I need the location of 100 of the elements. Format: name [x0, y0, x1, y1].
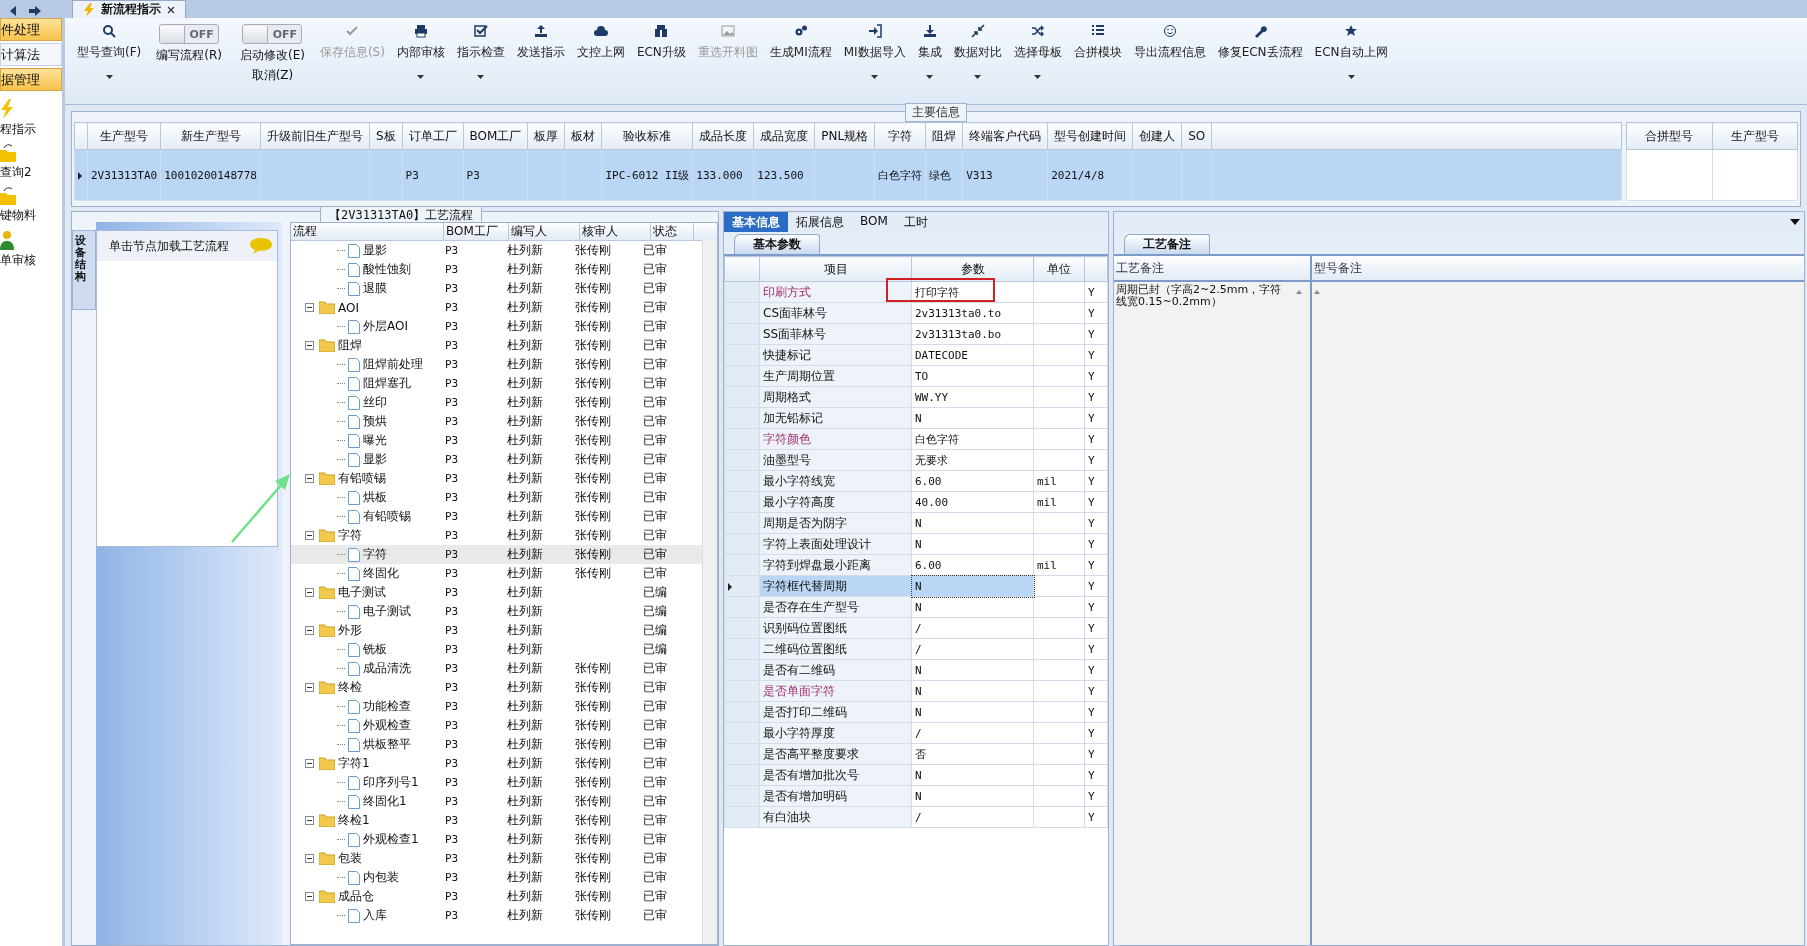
side-tab[interactable]: 设备结构 — [72, 230, 96, 310]
sidebar-item[interactable]: 计算法 — [0, 43, 62, 66]
tree-node[interactable]: 酸性蚀刻 — [363, 261, 411, 278]
table-cell[interactable]: 40.00 — [915, 495, 949, 509]
dropdown-caret-icon[interactable] — [477, 75, 485, 79]
column-header[interactable]: 升级前旧生产型号 — [260, 122, 370, 150]
dropdown-caret-icon[interactable] — [417, 75, 425, 79]
tree-node[interactable]: 外层AOI — [363, 318, 408, 335]
table-cell[interactable]: TO — [915, 369, 929, 383]
collapse-toggle-icon[interactable] — [305, 816, 314, 825]
tree-node[interactable]: AOI — [338, 300, 359, 315]
collapse-toggle-icon[interactable] — [305, 303, 314, 312]
table-cell[interactable]: / — [915, 642, 922, 656]
collapse-toggle-icon[interactable] — [305, 759, 314, 768]
tree-node[interactable]: 包装 — [338, 850, 362, 867]
sidebar-label[interactable]: 键物料 — [0, 207, 36, 224]
tree-node[interactable]: 终固化 — [363, 565, 399, 582]
collapse-toggle-icon[interactable] — [305, 474, 314, 483]
toolbar-button[interactable]: 合拼模块 — [1067, 22, 1128, 92]
sidebar-label[interactable]: 程指示 — [0, 121, 36, 138]
table-cell[interactable]: N — [915, 411, 922, 425]
tree-node[interactable]: 阻焊前处理 — [363, 356, 423, 373]
tree-node[interactable]: 铣板 — [363, 641, 387, 658]
tree-node[interactable]: 入库 — [363, 907, 387, 924]
column-header[interactable]: 验收标准 — [601, 122, 693, 150]
toolbar-button[interactable]: 选择母板 — [1007, 22, 1068, 92]
table-cell[interactable]: / — [915, 726, 922, 740]
column-header[interactable]: 项目 — [759, 256, 912, 282]
column-header[interactable]: 生产型号 — [87, 122, 161, 150]
table-cell[interactable]: N — [915, 705, 922, 719]
tree-node[interactable]: 印序列号1 — [363, 774, 419, 791]
table-cell[interactable]: N — [915, 684, 922, 698]
collapse-toggle-icon[interactable] — [305, 626, 314, 635]
tree-node[interactable]: 外观检查1 — [363, 831, 419, 848]
tree-node[interactable]: 预烘 — [363, 413, 387, 430]
tree-node[interactable]: 终固化1 — [363, 793, 407, 810]
tree-node[interactable]: 终检1 — [338, 812, 370, 829]
tree-node[interactable]: 阻焊塞孔 — [363, 375, 411, 392]
collapse-toggle-icon[interactable] — [305, 854, 314, 863]
scroll-up-icon[interactable] — [1314, 290, 1320, 294]
tab[interactable]: BOM — [852, 212, 896, 232]
column-header[interactable]: 单位 — [1033, 256, 1085, 282]
column-header[interactable]: PNL规格 — [814, 122, 875, 150]
table-cell[interactable]: N — [915, 600, 922, 614]
table-cell[interactable]: N — [915, 789, 922, 803]
toggle-switch[interactable]: OFF — [242, 24, 303, 44]
toolbar-button[interactable]: 指示检查 — [450, 22, 511, 92]
toolbar-button[interactable]: 生成MI流程 — [763, 22, 838, 92]
dropdown-caret-icon[interactable] — [1790, 219, 1800, 225]
table-cell[interactable]: N — [915, 768, 922, 782]
table-cell[interactable]: N — [915, 537, 922, 551]
column-header[interactable]: 合拼型号 — [1626, 122, 1712, 150]
column-header[interactable]: 状态 — [651, 223, 694, 240]
tree-node[interactable]: 曝光 — [363, 432, 387, 449]
scroll-up-icon[interactable] — [1296, 290, 1302, 294]
document-tab[interactable]: 新流程指示 — [72, 0, 186, 18]
toolbar-button[interactable]: 型号查询(F) — [71, 22, 148, 92]
tree-node[interactable]: 烘板整平 — [363, 736, 411, 753]
column-header[interactable]: 新生产型号 — [160, 122, 261, 150]
toolbar-button[interactable]: 修复ECN丢流程 — [1211, 22, 1309, 92]
folder-icon[interactable] — [0, 144, 16, 162]
tab[interactable]: 基本信息 — [724, 212, 788, 232]
tree-node[interactable]: 功能检查 — [363, 698, 411, 715]
tree-node[interactable]: 字符1 — [338, 755, 370, 772]
column-header[interactable]: 成品宽度 — [753, 122, 815, 150]
toolbar-button[interactable]: 导出流程信息 — [1127, 22, 1212, 92]
dropdown-caret-icon[interactable] — [926, 75, 934, 79]
column-header[interactable]: 编写人 — [509, 223, 580, 240]
column-header[interactable]: 工艺备注 — [1114, 256, 1310, 282]
tree-node[interactable]: 有铅喷锡 — [338, 470, 386, 487]
tree-node[interactable]: 有铅喷锡 — [363, 508, 411, 525]
toolbar-button[interactable]: MI数据导入 — [837, 22, 912, 92]
toolbar-button[interactable]: 内部审核 — [390, 22, 451, 92]
dropdown-caret-icon[interactable] — [974, 75, 982, 79]
dropdown-caret-icon[interactable] — [1347, 75, 1355, 79]
scrollbar[interactable] — [702, 240, 717, 944]
collapse-toggle-icon[interactable] — [305, 892, 314, 901]
column-header[interactable]: BOM工厂 — [444, 223, 509, 240]
table-cell[interactable]: WW.YY — [915, 390, 949, 404]
sidebar-item[interactable]: 据管理 — [0, 68, 62, 91]
collapse-toggle-icon[interactable] — [305, 683, 314, 692]
sidebar-item[interactable]: 件处理 — [0, 18, 62, 41]
column-header[interactable]: 生产型号 — [1712, 122, 1798, 150]
tree-node[interactable]: 阻焊 — [338, 337, 362, 354]
column-header[interactable]: 参数 — [911, 256, 1034, 282]
tree-node[interactable]: 显影 — [363, 242, 387, 259]
column-header[interactable]: 字符 — [874, 122, 926, 150]
tree-node[interactable]: 外形 — [338, 622, 362, 639]
user-icon[interactable] — [0, 230, 14, 250]
collapse-toggle-icon[interactable] — [305, 341, 314, 350]
tab[interactable]: 工时 — [895, 212, 936, 232]
column-header[interactable]: 终端客户代码 — [962, 122, 1048, 150]
tree-node[interactable]: 电子测试 — [363, 603, 411, 620]
table-cell[interactable]: N — [915, 516, 922, 530]
tree-node[interactable]: 烘板 — [363, 489, 387, 506]
toolbar-button[interactable]: 数据对比 — [947, 22, 1008, 92]
sidebar-label[interactable]: 查询2 — [0, 164, 32, 181]
column-header[interactable]: 板厚 — [527, 122, 565, 150]
dropdown-caret-icon[interactable] — [871, 75, 879, 79]
column-header[interactable]: SO — [1181, 122, 1212, 150]
